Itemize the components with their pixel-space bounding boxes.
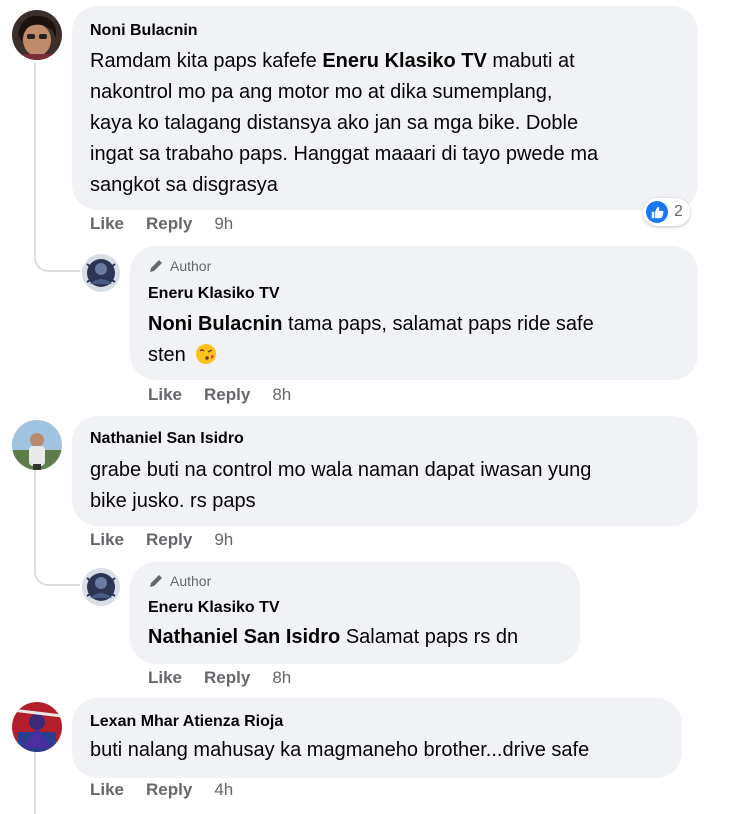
avatar[interactable] bbox=[12, 702, 62, 752]
reply-text: Noni Bulacnin tama paps, salamat paps ri… bbox=[148, 309, 594, 371]
like-button[interactable]: Like bbox=[90, 780, 124, 800]
comment-text: buti nalang mahusay ka magmaneho brother… bbox=[90, 735, 589, 766]
author-badge: Author bbox=[148, 573, 211, 589]
reply-actions: Like Reply 8h bbox=[148, 668, 291, 688]
reply-author[interactable]: Eneru Klasiko TV bbox=[148, 285, 280, 303]
reply-author[interactable]: Eneru Klasiko TV bbox=[148, 599, 280, 617]
timestamp[interactable]: 8h bbox=[272, 668, 291, 688]
thread-line bbox=[34, 62, 36, 230]
comment-text: Ramdam kita paps kafefe Eneru Klasiko TV… bbox=[90, 46, 598, 201]
reply-text-line: sten bbox=[148, 344, 186, 366]
text-segment: mabuti at bbox=[486, 50, 575, 72]
comments-section: Noni Bulacnin Ramdam kita paps kafefe En… bbox=[0, 0, 750, 814]
comment-text-line: ingat sa trabaho paps. Hanggat maaari di… bbox=[90, 139, 598, 170]
like-reaction-icon bbox=[646, 201, 668, 223]
reply-text-line: Salamat paps rs dn bbox=[340, 626, 519, 648]
comment-text-line: sangkot sa disgrasya bbox=[90, 170, 598, 201]
author-badge-label: Author bbox=[170, 573, 212, 589]
like-button[interactable]: Like bbox=[148, 668, 182, 688]
comment-text-line: nakontrol mo pa ang motor mo at dika sum… bbox=[90, 77, 598, 108]
thread-connector bbox=[34, 540, 80, 586]
avatar[interactable] bbox=[12, 420, 62, 470]
reaction-summary[interactable]: 2 bbox=[643, 198, 690, 226]
comment-author[interactable]: Lexan Mhar Atienza Rioja bbox=[90, 713, 283, 731]
timestamp[interactable]: 4h bbox=[214, 780, 233, 800]
text-segment: kaya ko talagang distansya ako jan sa mg… bbox=[90, 112, 579, 134]
text-segment: bike jusko. rs paps bbox=[90, 490, 256, 512]
timestamp[interactable]: 8h bbox=[272, 385, 291, 405]
comment-actions: Like Reply 4h bbox=[90, 780, 233, 800]
avatar[interactable] bbox=[12, 10, 62, 60]
reply-actions: Like Reply 8h bbox=[148, 385, 291, 405]
like-button[interactable]: Like bbox=[90, 214, 124, 234]
text-segment: Ramdam kita paps kafefe bbox=[90, 50, 323, 72]
pencil-icon bbox=[150, 260, 162, 272]
reply-button[interactable]: Reply bbox=[146, 214, 192, 234]
comment-text-line: Ramdam kita paps kafefe Eneru Klasiko TV… bbox=[90, 46, 598, 77]
reply-button[interactable]: Reply bbox=[146, 780, 192, 800]
text-segment: buti nalang mahusay ka magmaneho brother… bbox=[90, 739, 590, 761]
comment-text-line: buti nalang mahusay ka magmaneho brother… bbox=[90, 735, 589, 766]
avatar[interactable] bbox=[82, 568, 120, 606]
reply-button[interactable]: Reply bbox=[204, 668, 250, 688]
kiss-emoji-icon bbox=[196, 344, 217, 364]
comment-text: grabe buti na control mo wala naman dapa… bbox=[90, 455, 591, 517]
thread-line bbox=[34, 470, 36, 540]
avatar[interactable] bbox=[82, 254, 120, 292]
comment-text-line: grabe buti na control mo wala naman dapa… bbox=[90, 455, 591, 486]
mention-link[interactable]: Noni Bulacnin bbox=[148, 313, 282, 335]
author-badge-label: Author bbox=[170, 258, 212, 274]
author-badge: Author bbox=[148, 258, 211, 274]
thread-line bbox=[34, 752, 36, 814]
comment-actions: Like Reply 9h bbox=[90, 214, 233, 234]
reply-button[interactable]: Reply bbox=[146, 530, 192, 550]
thread-connector bbox=[34, 230, 80, 272]
reply-text: Nathaniel San Isidro Salamat paps rs dn bbox=[148, 622, 518, 653]
mention-link[interactable]: Eneru Klasiko TV bbox=[322, 50, 487, 72]
reaction-count: 2 bbox=[674, 203, 683, 220]
pencil-icon bbox=[150, 575, 162, 587]
comment-text-line: kaya ko talagang distansya ako jan sa mg… bbox=[90, 108, 598, 139]
reply-button[interactable]: Reply bbox=[204, 385, 250, 405]
text-segment: grabe buti na control mo wala naman dapa… bbox=[90, 459, 592, 481]
reply-text-line: tama paps, salamat paps ride safe bbox=[282, 313, 594, 335]
comment-text-line: bike jusko. rs paps bbox=[90, 486, 591, 517]
timestamp[interactable]: 9h bbox=[214, 214, 233, 234]
comment-author[interactable]: Noni Bulacnin bbox=[90, 22, 198, 40]
timestamp[interactable]: 9h bbox=[214, 530, 233, 550]
text-segment: sangkot sa disgrasya bbox=[90, 174, 278, 196]
like-button[interactable]: Like bbox=[148, 385, 182, 405]
comment-author[interactable]: Nathaniel San Isidro bbox=[90, 430, 244, 448]
comment-actions: Like Reply 9h bbox=[90, 530, 233, 550]
text-segment: nakontrol mo pa ang motor mo at dika sum… bbox=[90, 81, 553, 103]
text-segment: ingat sa trabaho paps. Hanggat maaari di… bbox=[90, 143, 599, 165]
like-button[interactable]: Like bbox=[90, 530, 124, 550]
mention-link[interactable]: Nathaniel San Isidro bbox=[148, 626, 340, 648]
